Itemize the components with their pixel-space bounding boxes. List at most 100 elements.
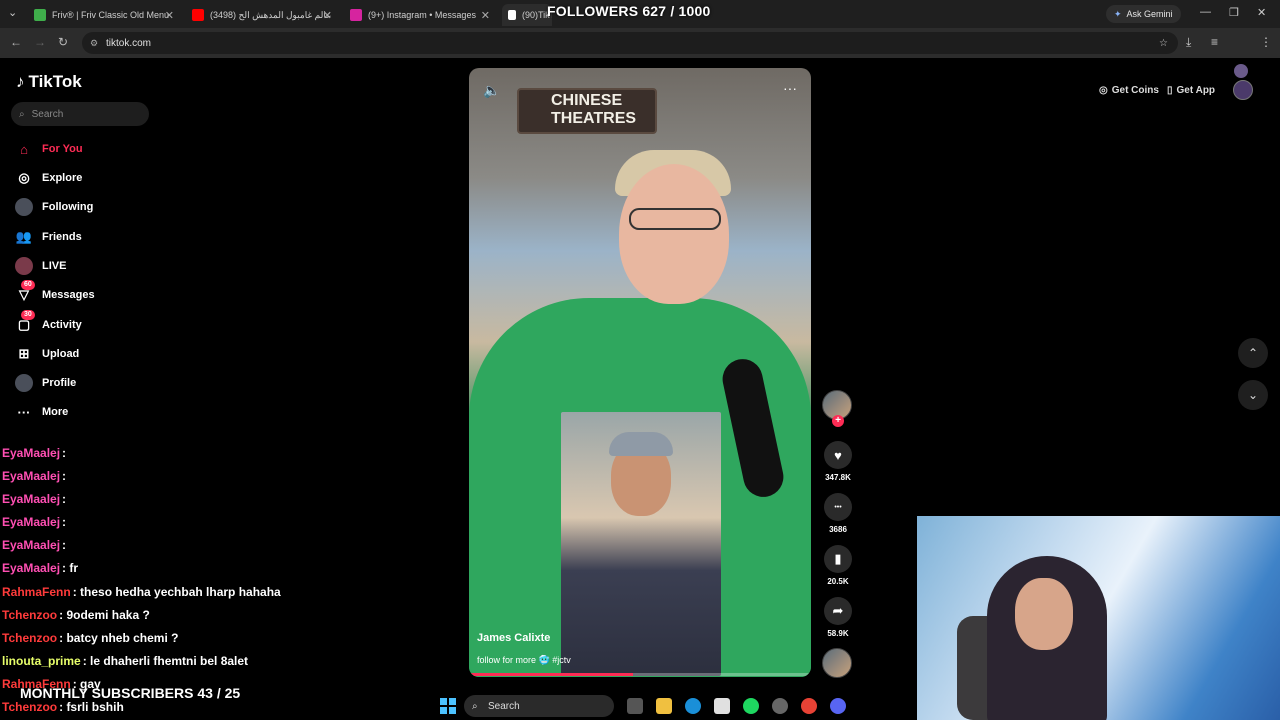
comment-button[interactable]: ••• 3686 bbox=[822, 493, 854, 534]
close-icon[interactable]: ✕ bbox=[323, 9, 332, 22]
settings-gear-icon[interactable] bbox=[772, 698, 788, 714]
spotify-icon[interactable] bbox=[743, 698, 759, 714]
store-icon[interactable] bbox=[714, 698, 730, 714]
sidebar-item-label: For You bbox=[42, 143, 83, 155]
save-count: 20.5K bbox=[827, 577, 849, 586]
chrome-icon[interactable] bbox=[801, 698, 817, 714]
get-app-label: Get App bbox=[1176, 84, 1216, 96]
video-player[interactable]: CHINESE THEATRES 🔈 ··· James Calixte fol… bbox=[469, 68, 811, 677]
window-close-icon[interactable]: ✕ bbox=[1257, 6, 1266, 19]
ask-gemini-button[interactable]: ✦ Ask Gemini bbox=[1106, 5, 1181, 23]
sidebar-item-label: Messages bbox=[42, 289, 95, 301]
glasses bbox=[629, 208, 721, 230]
chat-text: : batcy nheb chemi ? bbox=[59, 631, 179, 645]
sidebar-item-label: LIVE bbox=[42, 260, 67, 272]
forward-icon[interactable]: → bbox=[34, 35, 46, 49]
profile-icon bbox=[15, 374, 33, 392]
get-coins-button[interactable]: ◎ Get Coins bbox=[1099, 80, 1159, 100]
compass-icon: ◎ bbox=[18, 170, 30, 185]
like-count: 347.8K bbox=[825, 473, 851, 482]
chat-username: Tchenzoo bbox=[2, 608, 58, 622]
task-view-icon[interactable] bbox=[627, 698, 643, 714]
chat-text: : fsrli bshih bbox=[59, 700, 124, 714]
phone-icon: ▯ bbox=[1167, 84, 1173, 96]
tab-label: (3498) عالم غامبول المدهش الح bbox=[210, 9, 332, 20]
progress-fill bbox=[469, 673, 634, 676]
upload-icon: ⊞ bbox=[18, 346, 30, 361]
tab-friv[interactable]: Friv® | Friv Classic Old Menu ✕ bbox=[28, 4, 180, 26]
streamer-face bbox=[1015, 578, 1073, 650]
close-icon[interactable]: ✕ bbox=[165, 9, 174, 22]
file-explorer-icon[interactable] bbox=[656, 698, 672, 714]
chat-text: : fr bbox=[62, 561, 79, 575]
share-button[interactable]: ➦ 58.9K bbox=[822, 597, 854, 638]
chat-username: EyaMaalej bbox=[2, 492, 61, 506]
browser-menu-icon[interactable]: ⋮ bbox=[1260, 35, 1272, 49]
more-options-icon[interactable]: ··· bbox=[783, 80, 797, 96]
logo-text: TikTok bbox=[28, 72, 82, 91]
tab-youtube[interactable]: (3498) عالم غامبول المدهش الح ✕ bbox=[186, 4, 338, 26]
sidebar-item-for-you[interactable]: ⌂ For You bbox=[15, 139, 83, 159]
reading-list-icon[interactable]: ≡ bbox=[1211, 35, 1218, 49]
discord-icon[interactable] bbox=[830, 698, 846, 714]
chat-username: EyaMaalej bbox=[2, 446, 61, 460]
previous-video-button[interactable]: ⌃ bbox=[1238, 338, 1268, 368]
sidebar-item-upload[interactable]: ⊞ Upload bbox=[15, 344, 80, 364]
back-icon[interactable]: ← bbox=[10, 35, 22, 49]
restore-icon[interactable]: ❐ bbox=[1229, 6, 1239, 19]
bookmark-star-icon[interactable]: ☆ bbox=[1159, 38, 1168, 49]
notification-badge: 30 bbox=[21, 310, 35, 320]
reload-icon[interactable]: ↻ bbox=[58, 35, 68, 49]
url-text: tiktok.com bbox=[106, 37, 152, 49]
volume-icon[interactable]: 🔈 bbox=[483, 82, 500, 99]
man-face bbox=[619, 164, 729, 304]
sidebar-item-live[interactable]: LIVE bbox=[15, 256, 66, 276]
coin-icon: ◎ bbox=[1099, 84, 1108, 96]
sidebar-item-friends[interactable]: 👥 Friends bbox=[15, 227, 82, 247]
youtube-favicon-icon bbox=[192, 9, 204, 21]
save-button[interactable]: ▮ 20.5K bbox=[822, 545, 854, 586]
tab-instagram[interactable]: (9+) Instagram • Messages ✕ bbox=[344, 4, 496, 26]
follow-plus-icon[interactable]: + bbox=[832, 415, 844, 427]
search-input[interactable]: ⌕ Search bbox=[11, 102, 149, 126]
sidebar-item-messages[interactable]: ▽ 60 Messages bbox=[15, 280, 95, 305]
video-progress[interactable] bbox=[469, 673, 811, 676]
sidebar-item-label: Following bbox=[42, 201, 94, 213]
tiktok-logo[interactable]: ♪ TikTok bbox=[16, 72, 82, 92]
ask-gemini-label: Ask Gemini bbox=[1126, 9, 1173, 19]
sidebar-item-more[interactable]: ··· More bbox=[15, 402, 69, 422]
chat-text: : bbox=[62, 538, 67, 552]
sidebar-item-label: Explore bbox=[42, 172, 83, 184]
download-icon[interactable]: ⤓ bbox=[1186, 35, 1191, 50]
tab-search-icon[interactable]: ⌄ bbox=[8, 6, 17, 19]
picture-in-picture bbox=[561, 412, 721, 676]
chat-message: Tchenzoo: fsrli bshih bbox=[2, 700, 124, 714]
next-video-button[interactable]: ⌄ bbox=[1238, 380, 1268, 410]
messages-icon: ▽ 60 bbox=[15, 280, 35, 304]
tiktok-note-icon: ♪ bbox=[16, 72, 25, 91]
close-icon[interactable]: ✕ bbox=[481, 9, 490, 22]
tab-tiktok[interactable]: (90)TikTok bbox=[502, 4, 552, 26]
chat-text: : bbox=[62, 446, 67, 460]
windows-start-icon[interactable] bbox=[440, 698, 456, 714]
chat-message: EyaMaalej: bbox=[2, 492, 66, 506]
like-button[interactable]: ♥ 347.8K bbox=[822, 441, 854, 482]
sidebar-item-following[interactable]: Following bbox=[15, 197, 93, 217]
get-app-button[interactable]: ▯ Get App bbox=[1167, 80, 1215, 100]
chat-username: Tchenzoo bbox=[2, 700, 58, 714]
taskbar-search[interactable]: ⌕ Search bbox=[464, 695, 614, 717]
sidebar-item-explore[interactable]: ◎ Explore bbox=[15, 168, 82, 188]
edge-icon[interactable] bbox=[685, 698, 701, 714]
friends-icon: 👥 bbox=[15, 229, 33, 244]
sidebar-item-profile[interactable]: Profile bbox=[15, 373, 76, 393]
video-author[interactable]: James Calixte bbox=[477, 632, 550, 644]
user-avatar[interactable] bbox=[1233, 80, 1253, 100]
address-bar[interactable]: ⚙ tiktok.com ☆ bbox=[82, 32, 1178, 54]
profile-avatar-icon[interactable] bbox=[1234, 64, 1248, 78]
chat-username: EyaMaalej bbox=[2, 538, 61, 552]
sound-avatar[interactable] bbox=[822, 648, 852, 678]
sidebar-item-activity[interactable]: ▢ 30 Activity bbox=[15, 310, 82, 335]
minimize-icon[interactable]: — bbox=[1200, 6, 1211, 18]
site-info-icon[interactable]: ⚙ bbox=[90, 38, 98, 49]
followers-goal-overlay: FOLLOWERS 627 / 1000 bbox=[547, 3, 711, 19]
